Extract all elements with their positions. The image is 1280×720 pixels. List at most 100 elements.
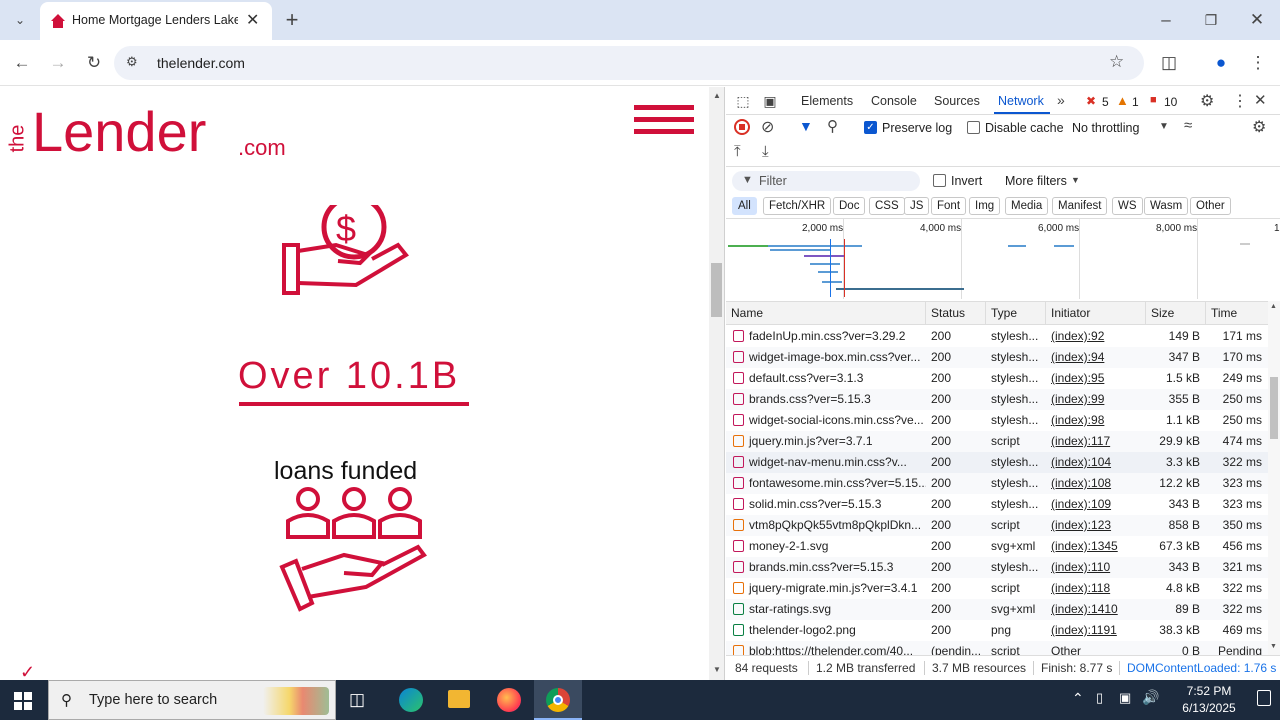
network-settings-icon[interactable]: ⚙ bbox=[1252, 117, 1266, 137]
warning-count[interactable]: 1 bbox=[1132, 95, 1139, 109]
table-row[interactable]: jquery-migrate.min.js?ver=3.4.1 200 script… bbox=[726, 578, 1268, 599]
filter-chip-doc[interactable]: Doc bbox=[833, 197, 866, 215]
clock-time[interactable]: 7:52 PM bbox=[1172, 684, 1246, 698]
taskbar-search-box[interactable]: ⚲ Type here to search bbox=[48, 680, 336, 720]
cell-initiator[interactable]: (index):118 bbox=[1046, 578, 1146, 599]
preserve-log-checkbox[interactable]: ✓ bbox=[864, 121, 877, 134]
more-filters-chevron-icon[interactable]: ▼ bbox=[1071, 175, 1080, 185]
chrome-taskbar-button[interactable] bbox=[534, 680, 582, 720]
table-row[interactable]: brands.css?ver=5.15.3 200 stylesh... (index… bbox=[726, 389, 1268, 410]
column-header-size[interactable]: Size bbox=[1146, 301, 1206, 325]
invert-label[interactable]: Invert bbox=[951, 174, 982, 188]
close-window-icon[interactable]: ✕ bbox=[1243, 6, 1271, 34]
back-to-top-icon[interactable]: ✓ bbox=[20, 662, 35, 680]
disable-cache-checkbox[interactable] bbox=[967, 121, 980, 134]
file-explorer-icon[interactable] bbox=[448, 690, 470, 708]
issues-icon[interactable]: ■ bbox=[1150, 94, 1157, 106]
tab-close-icon[interactable]: ✕ bbox=[246, 10, 259, 30]
filter-chip-img[interactable]: Img bbox=[969, 197, 1001, 215]
table-row[interactable]: fontawesome.min.css?ver=5.15... 200 styles… bbox=[726, 473, 1268, 494]
cell-initiator[interactable]: (index):99 bbox=[1046, 389, 1146, 410]
cell-initiator[interactable]: (index):95 bbox=[1046, 368, 1146, 389]
hamburger-menu-icon[interactable] bbox=[634, 105, 694, 137]
issues-count[interactable]: 10 bbox=[1164, 95, 1177, 109]
network-tray-icon[interactable]: ▣ bbox=[1119, 690, 1131, 706]
cell-initiator[interactable]: Other bbox=[1046, 641, 1146, 655]
filter-chip-other[interactable]: Other bbox=[1190, 197, 1231, 215]
new-tab-button[interactable]: + bbox=[278, 6, 306, 34]
table-row[interactable]: vtm8pQkpQk55vtm8pQkplDkn... 200 script (ind… bbox=[726, 515, 1268, 536]
clock-date[interactable]: 6/13/2025 bbox=[1172, 701, 1246, 715]
chrome-menu-icon[interactable]: ⋮ bbox=[1244, 49, 1272, 77]
extensions-icon[interactable]: ◫ bbox=[1155, 49, 1183, 77]
invert-checkbox[interactable] bbox=[933, 174, 946, 187]
table-row[interactable]: jquery.min.js?ver=3.7.1 200 script (index):… bbox=[726, 431, 1268, 452]
devtools-menu-icon[interactable]: ⋮ bbox=[1232, 91, 1248, 111]
profile-avatar-icon[interactable]: ● bbox=[1207, 49, 1235, 77]
filter-chip-css[interactable]: CSS bbox=[869, 197, 905, 215]
cell-initiator[interactable]: (index):109 bbox=[1046, 494, 1146, 515]
notifications-icon[interactable] bbox=[1257, 690, 1271, 706]
table-scrollbar[interactable]: ▲ ▼ bbox=[1268, 301, 1280, 655]
cell-initiator[interactable]: (index):1345 bbox=[1046, 536, 1146, 557]
throttling-dropdown-icon[interactable]: ▼ bbox=[1159, 121, 1169, 132]
filter-chip-all[interactable]: All bbox=[732, 197, 757, 215]
cell-initiator[interactable]: (index):1410 bbox=[1046, 599, 1146, 620]
tray-device-icon[interactable]: ▯ bbox=[1096, 690, 1103, 706]
column-header-name[interactable]: Name bbox=[726, 301, 926, 325]
network-overview-timeline[interactable]: 2,000 ms 4,000 ms 6,000 ms 8,000 ms 1 bbox=[726, 219, 1280, 299]
filter-funnel-icon[interactable]: ▼ bbox=[799, 118, 813, 134]
site-logo[interactable]: the Lender .com bbox=[6, 100, 294, 165]
inspect-element-icon[interactable]: ⬚ bbox=[734, 92, 752, 110]
page-scrollbar-thumb[interactable] bbox=[711, 263, 722, 317]
column-header-type[interactable]: Type bbox=[986, 301, 1046, 325]
forward-icon[interactable]: → bbox=[44, 49, 72, 77]
cell-initiator[interactable]: (index):108 bbox=[1046, 473, 1146, 494]
error-count-icon[interactable]: ✖ bbox=[1086, 94, 1096, 108]
site-info-icon[interactable]: ⚙ bbox=[126, 54, 138, 70]
device-toolbar-icon[interactable]: ▣ bbox=[761, 92, 779, 110]
search-icon[interactable]: ⚲ bbox=[827, 117, 838, 135]
column-header-time[interactable]: Time bbox=[1206, 301, 1268, 325]
cell-initiator[interactable]: (index):104 bbox=[1046, 452, 1146, 473]
devtools-close-icon[interactable]: ✕ bbox=[1254, 91, 1267, 109]
table-scrollbar-thumb[interactable] bbox=[1270, 377, 1278, 439]
disable-cache-label[interactable]: Disable cache bbox=[985, 121, 1064, 135]
browser-tab[interactable]: Home Mortgage Lenders Lake ✕ bbox=[40, 2, 272, 40]
filter-chip-fetch-xhr[interactable]: Fetch/XHR bbox=[763, 197, 832, 215]
import-har-icon[interactable]: ⤒ bbox=[734, 143, 741, 160]
filter-input[interactable]: ▼ Filter bbox=[732, 171, 920, 191]
more-filters-dropdown[interactable]: More filters bbox=[1005, 174, 1067, 188]
clear-icon[interactable]: ⊘ bbox=[761, 117, 774, 137]
filter-chip-js[interactable]: JS bbox=[904, 197, 930, 215]
table-row[interactable]: blob:https://thelender.com/40... (pendin.… bbox=[726, 641, 1268, 655]
firefox-icon[interactable] bbox=[497, 688, 521, 712]
windows-start-icon[interactable] bbox=[14, 692, 32, 710]
preserve-log-label[interactable]: Preserve log bbox=[882, 121, 952, 135]
table-row[interactable]: money-2-1.svg 200 svg+xml (index):1345 67.3 … bbox=[726, 536, 1268, 557]
back-icon[interactable]: ← bbox=[8, 49, 36, 77]
tab-search-icon[interactable]: ⌄ bbox=[6, 6, 34, 34]
table-row[interactable]: brands.min.css?ver=5.15.3 200 stylesh... (i… bbox=[726, 557, 1268, 578]
reload-icon[interactable]: ↻ bbox=[80, 49, 108, 77]
error-count[interactable]: 5 bbox=[1102, 95, 1109, 109]
throttling-select[interactable]: No throttling bbox=[1072, 121, 1139, 135]
network-conditions-icon[interactable]: ≈ bbox=[1184, 117, 1192, 134]
tab-elements[interactable]: Elements bbox=[801, 94, 853, 108]
table-row[interactable]: widget-social-icons.min.css?ve... 200 styl… bbox=[726, 410, 1268, 431]
edge-icon[interactable] bbox=[399, 688, 423, 712]
filter-chip-wasm[interactable]: Wasm bbox=[1144, 197, 1189, 215]
filter-chip-media[interactable]: Media bbox=[1005, 197, 1049, 215]
stop-recording-icon[interactable] bbox=[734, 119, 750, 135]
column-header-status[interactable]: Status bbox=[926, 301, 986, 325]
table-row[interactable]: widget-nav-menu.min.css?v... 200 stylesh..… bbox=[726, 452, 1268, 473]
cell-initiator[interactable]: (index):92 bbox=[1046, 326, 1146, 347]
filter-chip-ws[interactable]: WS bbox=[1112, 197, 1143, 215]
table-row[interactable]: star-ratings.svg 200 svg+xml (index):1410 89… bbox=[726, 599, 1268, 620]
more-tabs-icon[interactable]: » bbox=[1057, 92, 1065, 108]
cell-initiator[interactable]: (index):94 bbox=[1046, 347, 1146, 368]
tab-network[interactable]: Network bbox=[998, 94, 1044, 108]
cell-initiator[interactable]: (index):98 bbox=[1046, 410, 1146, 431]
filter-chip-font[interactable]: Font bbox=[931, 197, 967, 215]
task-view-icon[interactable]: ◫ bbox=[349, 690, 365, 710]
